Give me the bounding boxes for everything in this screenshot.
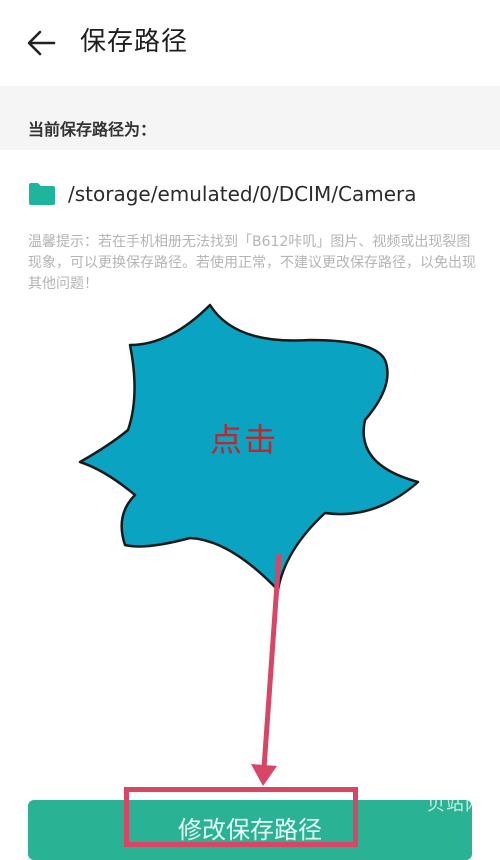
page-title: 保存路径 (80, 27, 189, 57)
current-path-label: 当前保存路径为： (28, 120, 157, 139)
arrow-head (251, 764, 277, 786)
back-button[interactable] (22, 26, 62, 60)
current-path-row: /storage/emulated/0/DCIM/Camera (28, 178, 417, 210)
section-header: 当前保存路径为： (0, 86, 500, 150)
arrow-shaft (261, 553, 282, 771)
arrow-left-icon (27, 30, 56, 56)
path-value: /storage/emulated/0/DCIM/Camera (68, 182, 417, 206)
folder-icon (28, 182, 56, 206)
click-label: 点击 (210, 421, 279, 459)
warm-tip: 温馨提示：若在手机相册无法找到「B612咔叽」图片、视频或出现裂图现象，可以更换… (28, 234, 476, 292)
watermark: 贝站网 (427, 794, 484, 815)
header-bar: 保存路径 (0, 0, 500, 86)
change-path-button[interactable]: 修改保存路径 (28, 800, 472, 860)
